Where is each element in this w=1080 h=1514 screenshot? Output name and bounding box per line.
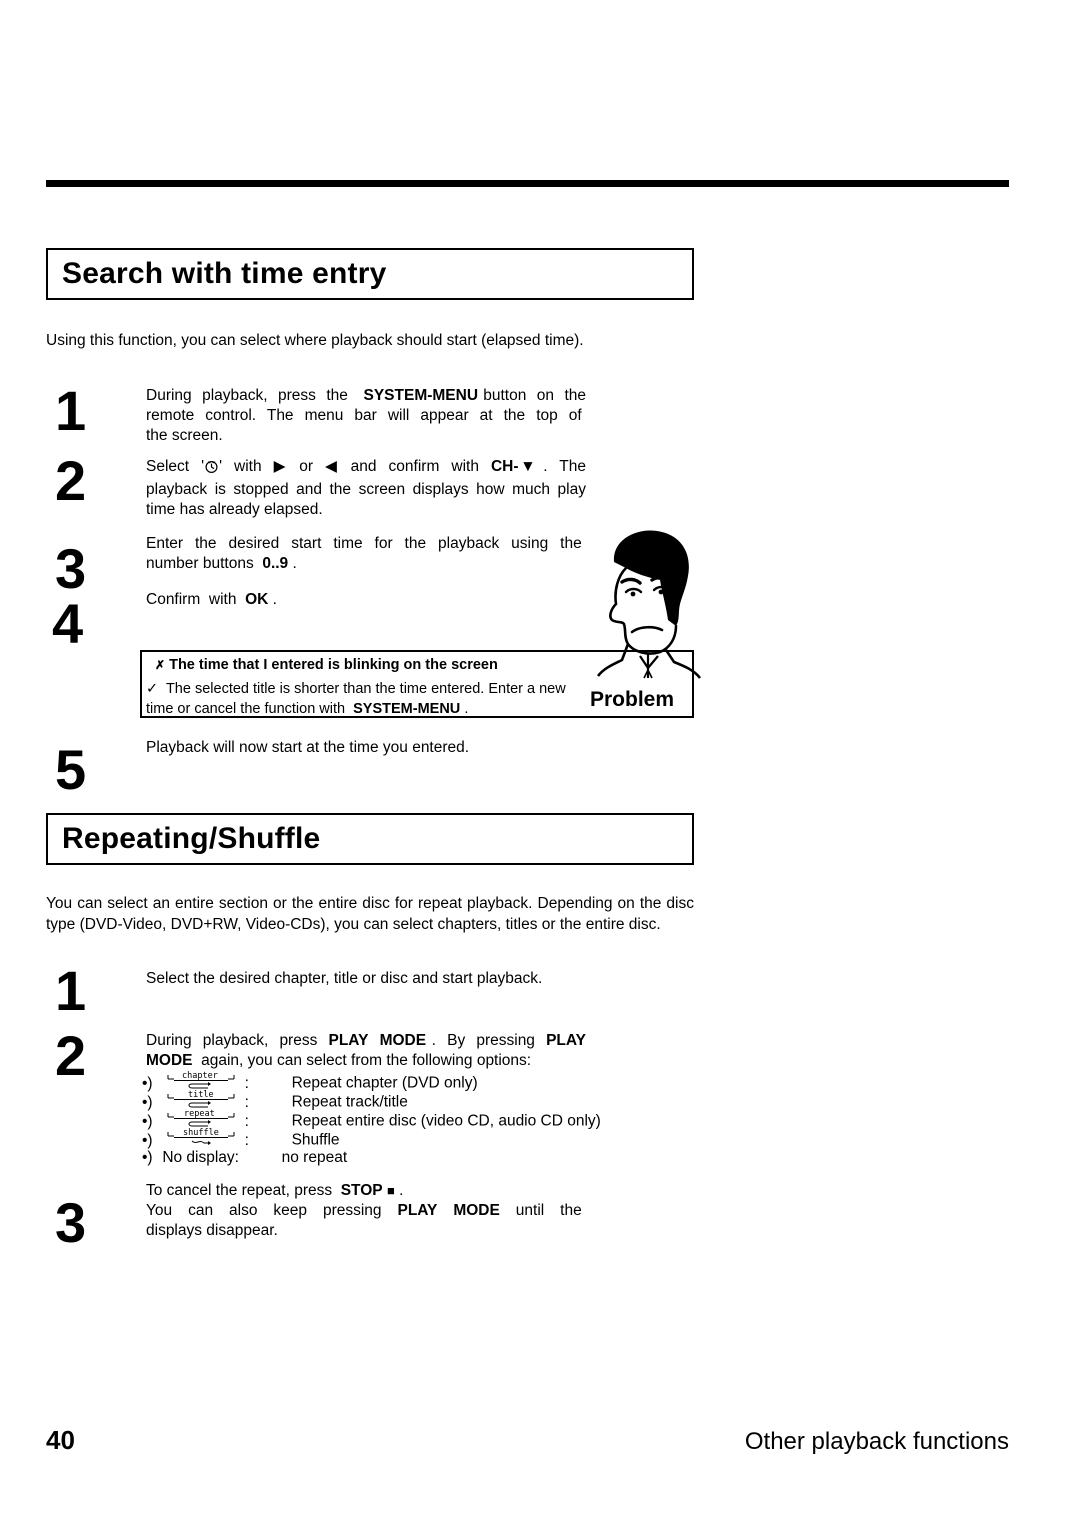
footer-section-title: Other playback functions (744, 1428, 1009, 1455)
step-number-search-4: 4 (52, 592, 84, 655)
step-text-repeat-3: To cancel the repeat, press STOP ■ . You … (146, 1182, 587, 1239)
step-text-search-1: During playback, press the SYSTEM-MENU b… (146, 387, 586, 444)
option-icon-label: No display: (162, 1149, 239, 1166)
section-heading-search: Search with time entry (46, 248, 694, 300)
step-text-repeat-2: During playback, press PLAY MODE . By pr… (146, 1032, 587, 1069)
problem-label: Problem (590, 688, 675, 711)
step-number-search-1: 1 (55, 379, 87, 442)
problem-title: ✗ The time that I entered is blinking on… (155, 657, 498, 673)
right-arrow-icon: ▶ (273, 458, 288, 475)
top-rule (46, 180, 1009, 187)
step-text-search-4: Confirm with OK . (146, 591, 277, 608)
check-marker-icon: ✓ (146, 681, 159, 697)
step-text-search-5: Playback will now start at the time you … (146, 739, 470, 756)
step-number-search-5: 5 (55, 738, 87, 801)
svg-text:chapter: chapter (182, 1071, 218, 1081)
step-number-repeat-1: 1 (55, 959, 87, 1022)
page-number: 40 (46, 1425, 75, 1455)
bullet: •) (142, 1149, 153, 1166)
step-text-search-2: Select ' ' with ▶ or ◀ and confirm with … (146, 458, 587, 518)
svg-text:title: title (188, 1090, 214, 1100)
down-arrow-icon: ▼ (518, 458, 538, 475)
step-number-repeat-2: 2 (55, 1024, 87, 1087)
section-heading-repeat: Repeating/Shuffle (46, 813, 694, 865)
step-text-repeat-1: Select the desired chapter, title or dis… (146, 970, 543, 987)
section-title-repeat: Repeating/Shuffle (62, 822, 321, 855)
repeat-option-none: •) No display: no repeat (142, 1148, 347, 1167)
repeat-intro-text: You can select an entire section or the … (46, 895, 694, 933)
manual-page: Search with time entry Using this functi… (0, 0, 1080, 1514)
clock-icon (204, 459, 219, 480)
bullet: •) (142, 1131, 153, 1149)
svg-text:shuffle: shuffle (183, 1128, 219, 1138)
step-number-search-2: 2 (55, 449, 87, 512)
option-desc: no repeat (281, 1149, 348, 1166)
step-number-search-3: 3 (55, 537, 87, 600)
step-number-repeat-3: 3 (55, 1191, 87, 1254)
option-desc: Shuffle (291, 1131, 340, 1149)
search-intro-text: Using this function, you can select wher… (46, 332, 584, 349)
cross-marker-icon: ✗ (155, 658, 166, 672)
section-title-search: Search with time entry (62, 257, 387, 290)
left-arrow-icon: ◀ (325, 458, 339, 475)
problem-body: ✓ The selected title is shorter than the… (146, 681, 566, 717)
step-text-search-3: Enter the desired start time for the pla… (146, 535, 586, 572)
svg-text:repeat: repeat (184, 1109, 215, 1119)
stop-square-icon: ■ (386, 1183, 395, 1198)
